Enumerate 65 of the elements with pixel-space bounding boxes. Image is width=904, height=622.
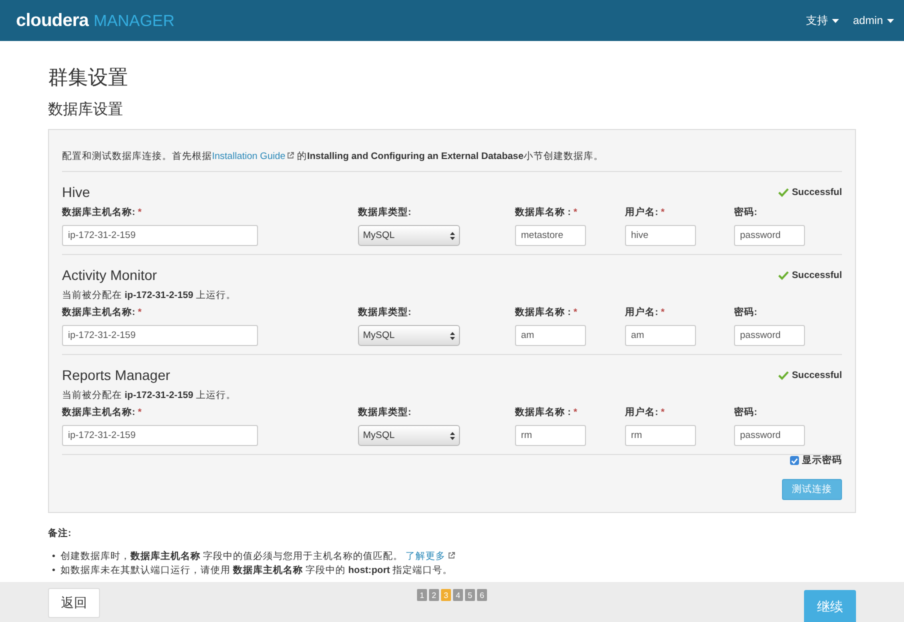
external-link-icon — [448, 552, 455, 559]
input-field[interactable]: hive — [625, 225, 696, 246]
caret-icon — [832, 18, 840, 22]
field-label: 数据库主机名称: * — [62, 206, 143, 220]
field-label: 数据库类型: — [358, 206, 412, 220]
input-field[interactable]: ip-172-31-2-159 — [62, 225, 258, 246]
field-label: 密码: — [734, 206, 758, 220]
status-text: Successful — [792, 186, 842, 198]
field-label: 用户名: * — [625, 306, 666, 320]
status-text: Successful — [792, 270, 842, 280]
input-field[interactable]: ip-172-31-2-159 — [62, 325, 258, 346]
assigned-host-text: 当前被分配在 ip-172-31-2-159 上运行。 — [62, 389, 237, 402]
database-name: Activity Monitor — [62, 266, 157, 285]
menu-dropdown[interactable]: admin — [853, 14, 894, 26]
field-label: 用户名: * — [625, 206, 666, 220]
external-link-icon — [287, 152, 294, 159]
menu-dropdown[interactable]: 支持 — [806, 13, 840, 28]
input-field[interactable]: am — [625, 325, 696, 346]
updown-icon — [450, 232, 455, 240]
field-label: 数据库类型: — [358, 306, 412, 320]
input-field[interactable]: metastore — [515, 225, 586, 246]
page-title: 群集设置 — [48, 66, 129, 91]
field-label: 数据库名称 : * — [515, 406, 578, 420]
input-field[interactable]: password — [734, 225, 805, 246]
caret-icon — [887, 18, 894, 22]
note-item: 创建数据库时，数据库主机名称 字段中的值必须与您用于主机名称的值匹配。 了解更多 — [60, 550, 455, 564]
field-label: 密码: — [734, 306, 758, 320]
assigned-host-text: 当前被分配在 ip-172-31-2-159 上运行。 — [62, 289, 237, 302]
checkmark-icon — [778, 370, 789, 380]
database-name: Hive — [62, 183, 90, 202]
field-label: 用户名: * — [625, 406, 666, 420]
input-field[interactable]: am — [515, 325, 586, 346]
checkmark-icon — [778, 188, 789, 196]
field-label: 密码: — [734, 406, 758, 420]
status-text: Successful — [792, 370, 842, 380]
checkbox-label: 显示密码 — [802, 454, 842, 467]
notes-title: 备注: — [48, 527, 72, 540]
updown-icon — [450, 432, 455, 440]
learn-more-link[interactable]: 了解更多 — [406, 551, 455, 562]
installation-guide-link[interactable]: Installation Guide — [212, 151, 294, 162]
database-type-select[interactable]: MySQL — [358, 425, 460, 446]
database-type-select[interactable]: MySQL — [358, 225, 460, 246]
section-title: 数据库设置 — [48, 100, 124, 120]
bullet-marker: • — [52, 564, 56, 578]
intro-text: 配置和测试数据库连接。首先根据Installation Guide 的Installing and Configuring an External Database小节创建数据库。 — [62, 130, 842, 172]
input-field[interactable]: ip-172-31-2-159 — [62, 425, 258, 446]
input-field[interactable]: password — [734, 325, 805, 346]
input-field[interactable]: rm — [515, 425, 586, 446]
note-item: 如数据库未在其默认端口运行，请使用 数据库主机名称 字段中的 host:port 指定端口号。 — [60, 564, 453, 578]
input-field[interactable]: password — [734, 425, 805, 446]
updown-icon — [450, 332, 455, 340]
field-label: 数据库类型: — [358, 406, 412, 420]
checkmark-icon — [778, 270, 789, 280]
field-label: 数据库主机名称: * — [62, 306, 143, 320]
logo-product: MANAGER — [94, 13, 175, 31]
field-label: 数据库主机名称: * — [62, 406, 143, 420]
field-label: 数据库名称 : * — [515, 306, 578, 320]
input-field[interactable]: rm — [625, 425, 696, 446]
logo-brand: cloudera — [16, 10, 89, 31]
database-name: Reports Manager — [62, 366, 170, 385]
back-button[interactable]: 返回 — [48, 588, 100, 618]
checkbox[interactable] — [790, 456, 799, 465]
bullet-marker: • — [52, 550, 56, 564]
field-label: 数据库名称 : * — [515, 206, 578, 220]
database-type-select[interactable]: MySQL — [358, 325, 460, 346]
